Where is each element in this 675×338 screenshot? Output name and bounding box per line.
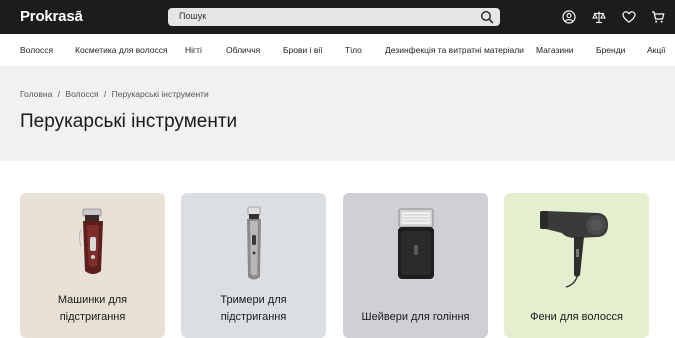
- breadcrumb-separator: /: [57, 89, 61, 99]
- breadcrumb-home[interactable]: Головна: [20, 89, 52, 99]
- nav-item-stores[interactable]: Магазини: [536, 45, 574, 55]
- trimmer-image: [247, 206, 261, 280]
- category-label: підстригання: [59, 311, 126, 323]
- main-nav: Волосся Косметика для волосся Нігті Обли…: [0, 34, 675, 67]
- breadcrumb: Головна / Волосся / Перукарські інструме…: [20, 89, 209, 99]
- breadcrumb-hair[interactable]: Волосся: [65, 89, 98, 99]
- nav-item-hair-cosmetics[interactable]: Косметика для волосся: [75, 45, 168, 55]
- top-bar: Prokrasā Пошук: [0, 0, 675, 34]
- cart-icon[interactable]: [651, 10, 665, 24]
- breadcrumb-current: Перукарські інструменти: [111, 89, 209, 99]
- hair-dryer-image: [540, 211, 608, 288]
- nav-item-body[interactable]: Тіло: [345, 45, 362, 55]
- category-label: Шейвери для гоління: [361, 311, 470, 323]
- search-input[interactable]: Пошук: [168, 8, 500, 26]
- logo[interactable]: Prokrasā: [20, 8, 83, 25]
- nav-item-face[interactable]: Обличчя: [226, 45, 260, 55]
- search-placeholder: Пошук: [179, 11, 207, 21]
- nav-item-brows-lashes[interactable]: Брови і вії: [283, 45, 323, 55]
- wishlist-icon[interactable]: [622, 10, 636, 24]
- category-card-trimmers[interactable]: Тримери для підстригання: [181, 193, 326, 338]
- category-card-clippers[interactable]: Машинки для підстригання: [20, 193, 165, 338]
- nav-item-brands[interactable]: Бренди: [596, 45, 625, 55]
- nav-item-disinfection[interactable]: Дезинфекція та витратні матеріали: [385, 45, 524, 55]
- nav-item-sales[interactable]: Акції: [647, 45, 666, 55]
- search-icon[interactable]: [480, 10, 494, 24]
- hair-clipper-image: [78, 208, 103, 274]
- category-label: Машинки для: [57, 294, 128, 306]
- category-label: Тримери для: [220, 294, 287, 306]
- nav-item-hair[interactable]: Волосся: [20, 45, 53, 55]
- breadcrumb-separator: /: [103, 89, 107, 99]
- category-label: Фени для волосся: [530, 311, 623, 323]
- compare-icon[interactable]: [592, 10, 606, 24]
- shaver-image: [398, 208, 434, 279]
- account-icon[interactable]: [562, 10, 576, 24]
- page-title: Перукарські інструменти: [20, 111, 238, 132]
- nav-item-nails[interactable]: Нігті: [185, 45, 202, 55]
- category-label: підстригання: [220, 311, 287, 323]
- category-card-hair-dryers[interactable]: Фени для волосся: [504, 193, 649, 338]
- category-card-shavers[interactable]: Шейвери для гоління: [343, 193, 488, 338]
